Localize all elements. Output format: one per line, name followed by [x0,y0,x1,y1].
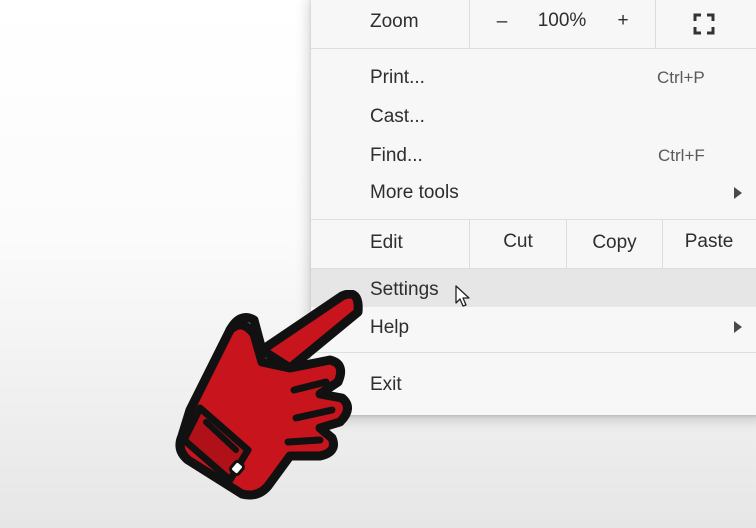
print-label: Print... [370,67,425,88]
menu-item-settings[interactable]: Settings [311,269,756,307]
divider [311,352,756,353]
fullscreen-separator [655,0,656,48]
menu-item-exit[interactable]: Exit [311,367,756,403]
exit-label: Exit [370,374,402,395]
paste-button[interactable]: Paste [663,231,755,253]
find-shortcut: Ctrl+F [658,146,705,165]
zoom-in-button[interactable]: + [608,10,638,32]
menu-item-cast[interactable]: Cast... [311,103,756,139]
menu-item-find[interactable]: Find... Ctrl+F [311,142,756,178]
zoom-row: Zoom – 100% + [311,0,756,48]
print-shortcut: Ctrl+P [657,68,705,87]
fullscreen-button[interactable] [689,10,719,38]
menu-item-help[interactable]: Help [311,310,756,346]
zoom-separator [469,0,470,48]
zoom-level: 100% [537,10,587,31]
menu-item-more-tools[interactable]: More tools [311,179,756,215]
zoom-out-button[interactable]: – [487,11,517,33]
help-label: Help [370,317,410,338]
divider [311,48,756,49]
fullscreen-icon [693,13,715,35]
copy-button[interactable]: Copy [567,232,662,254]
browser-menu: Zoom – 100% + Print... Ctrl+P Cast... Fi… [311,0,756,415]
more-tools-label: More tools [370,182,459,203]
edit-label: Edit [370,232,403,253]
find-label: Find... [370,145,423,166]
chevron-right-icon [734,187,742,199]
cut-button[interactable]: Cut [470,231,566,253]
edit-row: Edit Cut Copy Paste [311,220,756,268]
mouse-cursor-icon [455,285,470,307]
settings-label: Settings [370,279,439,300]
red-pointing-hand-icon [175,290,363,500]
menu-item-print[interactable]: Print... Ctrl+P [311,64,756,100]
zoom-label: Zoom [370,11,419,32]
chevron-right-icon [734,321,742,333]
cast-label: Cast... [370,106,425,127]
